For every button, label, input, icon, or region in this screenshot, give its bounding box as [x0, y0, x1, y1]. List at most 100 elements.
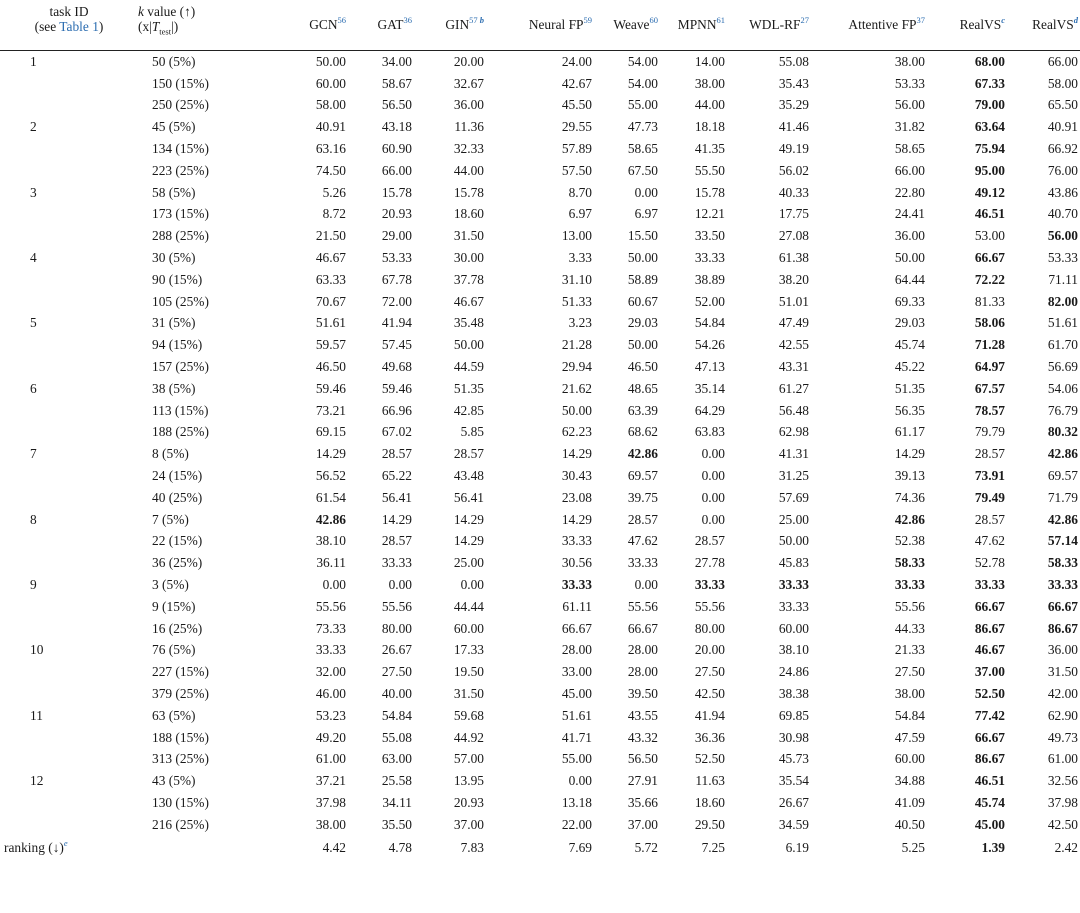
ranking-value-cell: 7.83	[460, 839, 484, 855]
value-cell: 33.33	[694, 577, 725, 593]
value-cell: 27.50	[381, 664, 412, 680]
k-value-cell: 40 (25%)	[152, 489, 203, 505]
footnote-superscript[interactable]: d	[1074, 15, 1078, 25]
value-cell: 76.79	[1047, 402, 1078, 418]
value-cell: 18.60	[694, 794, 725, 810]
footnote-superscript[interactable]: c	[1001, 15, 1005, 25]
task-id-cell	[0, 269, 138, 291]
value-cell: 54.84	[894, 707, 925, 723]
ranking-value-cell: 4.42	[322, 839, 346, 855]
k-value-cell: 313 (25%)	[152, 751, 209, 767]
table-row: 90 (15%) 63.33 67.78 37.78 31.10 58.89 38.89 38…	[0, 269, 1080, 291]
value-cell: 26.67	[778, 794, 809, 810]
reference-superscript[interactable]: 61	[717, 15, 726, 25]
value-cell: 72.22	[974, 271, 1005, 287]
reference-superscript[interactable]: 27	[801, 15, 810, 25]
value-cell: 58.00	[315, 97, 346, 113]
value-cell: 40.91	[1047, 119, 1078, 135]
task-id-cell	[0, 291, 138, 313]
reference-superscript[interactable]: 57	[469, 15, 478, 25]
k-value-cell: 16 (25%)	[152, 620, 203, 636]
task-id-cell	[0, 422, 138, 444]
value-cell: 46.51	[974, 773, 1005, 789]
value-cell: 0.00	[701, 446, 725, 462]
k-value-header: k value (↑) (x|Ttest|)	[138, 0, 264, 51]
value-cell: 42.67	[561, 75, 592, 91]
value-cell: 47.73	[627, 119, 658, 135]
value-cell: 29.03	[627, 315, 658, 331]
reference-superscript[interactable]: 36	[404, 15, 413, 25]
results-table-container: task ID (see Table 1) k value (↑) (x|Tte…	[0, 0, 1080, 913]
value-cell: 13.00	[561, 228, 592, 244]
value-cell: 25.00	[778, 511, 809, 527]
value-cell: 38.89	[694, 271, 725, 287]
value-cell: 46.67	[453, 293, 484, 309]
value-cell: 24.41	[894, 206, 925, 222]
footnote-superscript[interactable]: e	[64, 838, 68, 848]
value-cell: 73.33	[315, 620, 346, 636]
value-cell: 50.00	[315, 53, 346, 69]
value-cell: 29.03	[894, 315, 925, 331]
k-value-cell: 227 (15%)	[152, 664, 209, 680]
k-value-cell: 31 (5%)	[152, 315, 196, 331]
value-cell: 61.54	[315, 489, 346, 505]
value-cell: 28.57	[694, 533, 725, 549]
value-cell: 38.10	[315, 533, 346, 549]
value-cell: 15.78	[694, 184, 725, 200]
value-cell: 50.00	[627, 250, 658, 266]
value-cell: 0.00	[460, 577, 484, 593]
value-cell: 33.33	[627, 555, 658, 571]
k-value-cell: 76 (5%)	[152, 642, 196, 658]
value-cell: 73.21	[315, 402, 346, 418]
k-value-cell: 63 (5%)	[152, 707, 196, 723]
value-cell: 33.00	[561, 664, 592, 680]
table-row: 134 (15%) 63.16 60.90 32.33 57.89 58.65 41.35 4…	[0, 138, 1080, 160]
ranking-label: ranking (↓)e	[4, 837, 68, 855]
value-cell: 55.08	[381, 729, 412, 745]
value-cell: 66.67	[1047, 598, 1078, 614]
value-cell: 54.84	[381, 707, 412, 723]
value-cell: 50.00	[453, 337, 484, 353]
value-cell: 60.00	[894, 751, 925, 767]
value-cell: 8.72	[322, 206, 346, 222]
reference-superscript[interactable]: 60	[650, 15, 659, 25]
value-cell: 37.98	[315, 794, 346, 810]
value-cell: 56.52	[315, 468, 346, 484]
k-value-cell: 3 (5%)	[152, 577, 189, 593]
value-cell: 52.38	[894, 533, 925, 549]
k-value-header-formula: (x|Ttest|)	[138, 19, 179, 37]
task-id-cell	[0, 334, 138, 356]
task-id-cell	[0, 465, 138, 487]
value-cell: 22.00	[561, 816, 592, 832]
value-cell: 37.00	[974, 664, 1005, 680]
value-cell: 30.98	[778, 729, 809, 745]
value-cell: 31.82	[894, 119, 925, 135]
task-id-cell	[0, 683, 138, 705]
value-cell: 33.33	[974, 577, 1005, 593]
value-cell: 63.33	[315, 271, 346, 287]
reference-superscript[interactable]: 56	[338, 15, 347, 25]
value-cell: 66.96	[381, 402, 412, 418]
value-cell: 23.08	[561, 489, 592, 505]
reference-superscript[interactable]: 59	[584, 15, 593, 25]
value-cell: 13.18	[561, 794, 592, 810]
table-1-link[interactable]: Table 1	[59, 19, 99, 34]
value-cell: 63.00	[381, 751, 412, 767]
task-id-cell	[0, 749, 138, 771]
k-value-cell: 22 (15%)	[152, 533, 203, 549]
value-cell: 77.42	[974, 707, 1005, 723]
task-id-cell	[0, 400, 138, 422]
value-cell: 44.44	[453, 598, 484, 614]
task-id-header: task ID (see Table 1)	[0, 0, 138, 51]
table-row: 250 (25%) 58.00 56.50 36.00 45.50 55.00 44.00 3…	[0, 95, 1080, 117]
value-cell: 36.36	[694, 729, 725, 745]
value-cell: 36.11	[316, 555, 346, 571]
footnote-superscript[interactable]: b	[478, 15, 484, 25]
value-cell: 38.00	[694, 75, 725, 91]
reference-superscript[interactable]: 37	[917, 15, 926, 25]
table-row: 22 (15%) 38.10 28.57 14.29 33.33 47.62 28.57 50…	[0, 531, 1080, 553]
table-row: 379 (25%) 46.00 40.00 31.50 45.00 39.50 42.50 3…	[0, 683, 1080, 705]
value-cell: 58.33	[894, 555, 925, 571]
value-cell: 51.35	[894, 380, 925, 396]
k-value-cell: 130 (15%)	[152, 794, 209, 810]
